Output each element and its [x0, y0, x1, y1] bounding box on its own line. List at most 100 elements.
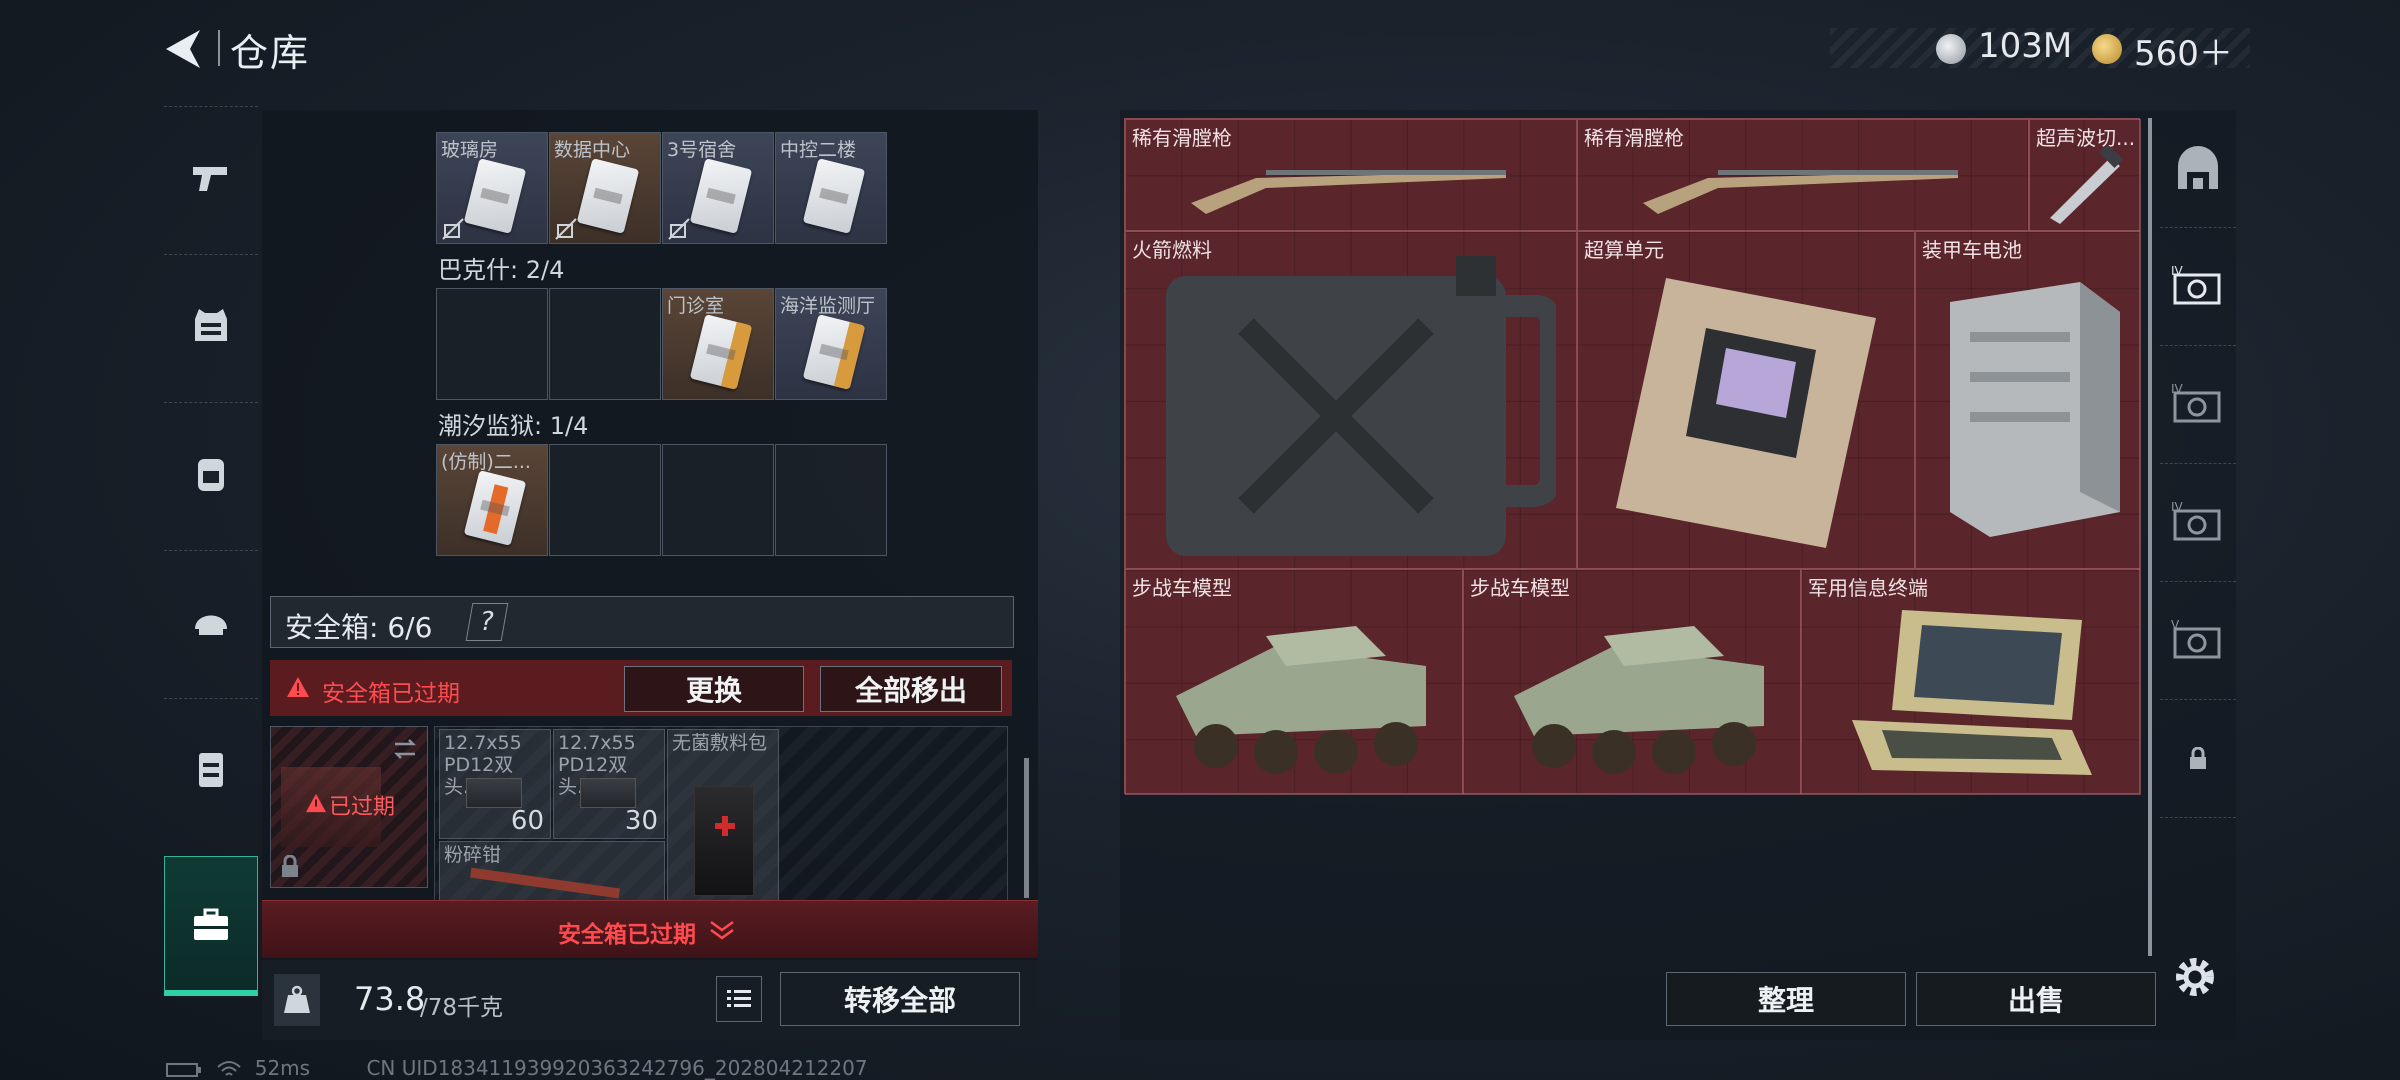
stash-item[interactable]: 装甲车电池 [1915, 231, 2141, 569]
category-safe-box[interactable] [164, 856, 258, 996]
stash-item[interactable]: 步战车模型 [1463, 569, 1801, 795]
stash-item[interactable]: 火箭燃料 [1125, 231, 1577, 569]
safe-box-label: 安全箱: 6/6 [285, 611, 433, 644]
keycard-icon [463, 158, 527, 234]
empty-slot[interactable] [549, 288, 661, 400]
musket-icon [1643, 170, 1958, 214]
vest-icon [195, 308, 227, 341]
keycard-icon [689, 158, 753, 234]
page-title: 仓库 [230, 31, 311, 75]
briefcase-icon [194, 908, 228, 940]
keycard-slot[interactable]: 中控二楼 [775, 132, 887, 244]
keycard-slot[interactable]: 海洋监测厅 [775, 288, 887, 400]
gold-icon [2092, 34, 2122, 64]
stash-item[interactable]: 军用信息终端 [1801, 569, 2141, 795]
keycard-icon [576, 158, 640, 234]
category-sidebar [164, 106, 258, 1006]
stash-tab-I[interactable]: IV [2160, 228, 2236, 346]
weight-max: /78千克 [420, 995, 504, 1021]
weight-current: 73.8 [354, 980, 426, 1018]
bandage-pack-icon [694, 786, 754, 896]
safe-box-expired-label: 已过期 [329, 795, 396, 820]
empty-slot[interactable] [549, 444, 661, 556]
coin-icon [1936, 34, 1966, 64]
stash-grid: 稀有滑膛枪 稀有滑膛枪 超声波切... 火箭燃料 超算单元 装甲车电池 步战车模… [1124, 118, 2141, 795]
stash-item[interactable]: 稀有滑膛枪 [1577, 119, 2029, 231]
category-armor[interactable] [164, 254, 258, 394]
uid-text: CN UID18341193992036324279​6_20280421220… [366, 1056, 868, 1080]
replace-button[interactable]: 更换 [624, 666, 804, 712]
category-backpack[interactable] [164, 402, 258, 542]
tool-item[interactable]: 粉碎钳 [439, 841, 665, 905]
ultrasonic-cutter-icon [2050, 146, 2124, 224]
keycard-icon [802, 314, 866, 390]
svg-text:V: V [2171, 619, 2180, 632]
stash-box-I-icon: IV [2171, 265, 2221, 304]
safe-box-container[interactable]: 已过期 [270, 726, 428, 888]
chest-rig-icon [199, 752, 223, 787]
ammo-box-icon [580, 778, 636, 808]
no-drop-icon [555, 218, 577, 240]
keycard-slot[interactable]: 门诊室 [662, 288, 774, 400]
sort-button[interactable]: 整理 [1666, 972, 1906, 1026]
weight-icon [284, 985, 310, 1013]
crusher-pliers-icon [470, 867, 620, 899]
stash-box-II-icon: IV [2171, 383, 2221, 422]
settings-button[interactable] [2172, 954, 2218, 1004]
warehouse-icon [2178, 145, 2218, 189]
swap-icon[interactable] [391, 735, 419, 763]
remove-all-button[interactable]: 全部移出 [820, 666, 1002, 712]
weight-button[interactable] [274, 974, 320, 1026]
gold-amount[interactable]: 560＋ [2134, 26, 2233, 75]
ifv-model-icon [1176, 626, 1426, 774]
category-weapons[interactable] [164, 106, 258, 246]
wifi-icon [217, 1060, 242, 1076]
sell-button[interactable]: 出售 [1916, 972, 2156, 1026]
stash-item[interactable]: 步战车模型 [1125, 569, 1463, 795]
keycard-slot[interactable]: 3号宿舍 [662, 132, 774, 244]
musket-icon [1191, 170, 1506, 214]
stash-tab-III[interactable]: IV [2160, 464, 2236, 582]
list-view-button[interactable] [716, 976, 762, 1022]
help-button[interactable]: ? [465, 603, 509, 641]
ammo-item[interactable]: 12.7x55 PD12双头... 30 [553, 729, 665, 839]
warning-icon [306, 793, 326, 813]
svg-text:IV: IV [2171, 501, 2184, 514]
category-chest-rig[interactable] [164, 698, 258, 838]
left-scrollbar[interactable] [1024, 758, 1029, 898]
stash-scrollbar[interactable] [2148, 118, 2152, 956]
stash-item[interactable]: 超声波切... [2029, 119, 2141, 231]
stash-item[interactable]: 超算单元 [1577, 231, 1915, 569]
ammo-item[interactable]: 12.7x55 PD12双头... 60 [439, 729, 551, 839]
transfer-all-button[interactable]: 转移全部 [780, 972, 1020, 1026]
stash-box-III-icon: IV [2171, 501, 2221, 540]
keycard-slot[interactable]: (仿制)二... [436, 444, 548, 556]
stash-tab-II[interactable]: IV [2160, 346, 2236, 464]
empty-slot[interactable] [662, 444, 774, 556]
stash-tab-sidebar: IV IV IV V [2160, 110, 2236, 1010]
empty-slot[interactable] [436, 288, 548, 400]
back-arrow-icon [166, 30, 200, 68]
coin-amount: 103M [1978, 26, 2073, 66]
list-icon [727, 990, 751, 1007]
title-divider [218, 30, 220, 66]
gear-icon [2176, 958, 2214, 996]
helmet-icon [195, 615, 227, 635]
stash-tab-locked[interactable] [2160, 700, 2236, 818]
group-label: 潮汐监狱: 1/4 [438, 412, 589, 440]
armored-battery-icon [1950, 282, 2120, 537]
empty-slot[interactable] [775, 444, 887, 556]
keycard-icon [802, 158, 866, 234]
keycard-slot[interactable]: 数据中心 [549, 132, 661, 244]
keycard-slot[interactable]: 玻璃房 [436, 132, 548, 244]
medical-item[interactable]: 无菌敷料包 [667, 729, 779, 905]
stash-tab-IV[interactable]: V [2160, 582, 2236, 700]
pistol-icon [193, 166, 227, 191]
fuel-canister-icon [1166, 256, 1556, 556]
category-helmet[interactable] [164, 550, 258, 690]
ping-text: 52ms [254, 1056, 311, 1080]
safe-box-expired-banner[interactable]: 安全箱已过期 [262, 900, 1038, 958]
stash-tab-all[interactable] [2160, 110, 2236, 228]
stash-item[interactable]: 稀有滑膛枪 [1125, 119, 1577, 231]
back-button[interactable] [160, 26, 210, 72]
